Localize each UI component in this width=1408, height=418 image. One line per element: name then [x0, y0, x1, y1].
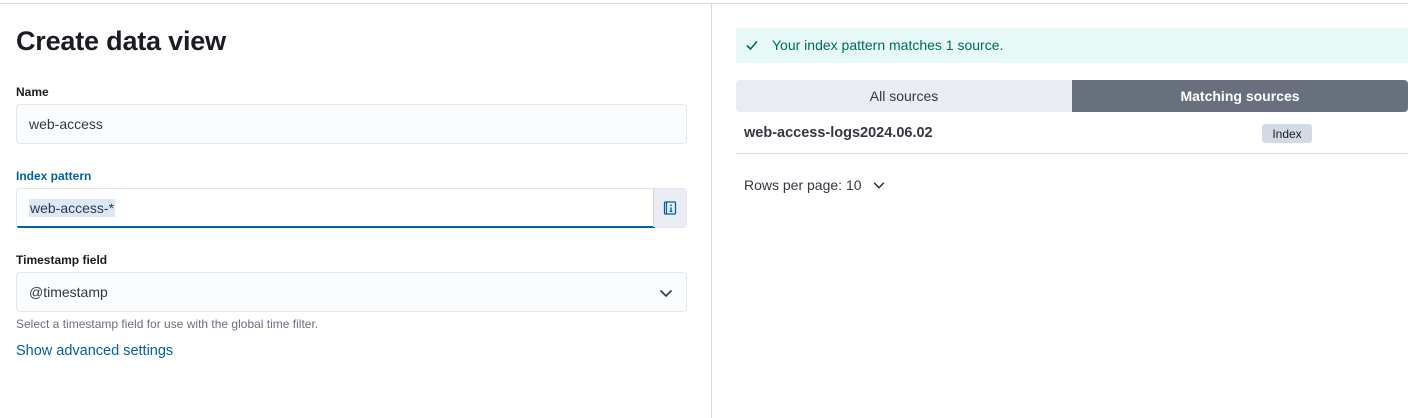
panel-divider	[711, 4, 712, 418]
sources-tab-group: All sources Matching sources	[736, 80, 1408, 112]
index-pattern-input[interactable]: web-access-*	[16, 188, 687, 228]
sources-panel: Your index pattern matches 1 source. All…	[736, 0, 1408, 418]
chevron-down-icon	[659, 289, 673, 298]
name-label: Name	[16, 85, 49, 99]
timestamp-field-label: Timestamp field	[16, 253, 108, 267]
tab-matching-sources[interactable]: Matching sources	[1072, 80, 1408, 112]
show-advanced-settings-link[interactable]: Show advanced settings	[16, 343, 173, 359]
callout-text: Your index pattern matches 1 source.	[772, 37, 1004, 53]
timestamp-field-value: @timestamp	[29, 284, 108, 300]
name-input[interactable]: web-access	[16, 104, 687, 144]
source-name: web-access-logs2024.06.02	[744, 125, 933, 141]
index-help-icon	[663, 201, 677, 215]
index-pattern-help-button[interactable]	[653, 189, 686, 227]
create-data-view-form: Create data view Name web-access Index p…	[16, 0, 687, 418]
source-type-badge: Index	[1262, 124, 1312, 143]
tab-all-sources[interactable]: All sources	[736, 80, 1072, 112]
rows-per-page-button[interactable]: Rows per page: 10	[744, 177, 886, 193]
timestamp-help-text: Select a timestamp field for use with th…	[16, 317, 319, 331]
check-icon	[746, 40, 758, 51]
rows-per-page-label: Rows per page: 10	[744, 177, 862, 193]
index-pattern-label: Index pattern	[16, 169, 92, 183]
page-title: Create data view	[16, 26, 226, 56]
focus-underline	[17, 226, 655, 228]
name-input-value: web-access	[29, 116, 103, 132]
index-pattern-input-value: web-access-*	[29, 199, 116, 217]
match-callout: Your index pattern matches 1 source.	[736, 28, 1408, 63]
timestamp-field-select[interactable]: @timestamp	[16, 272, 687, 312]
chevron-down-icon	[873, 182, 884, 189]
table-row: web-access-logs2024.06.02 Index	[736, 113, 1408, 154]
